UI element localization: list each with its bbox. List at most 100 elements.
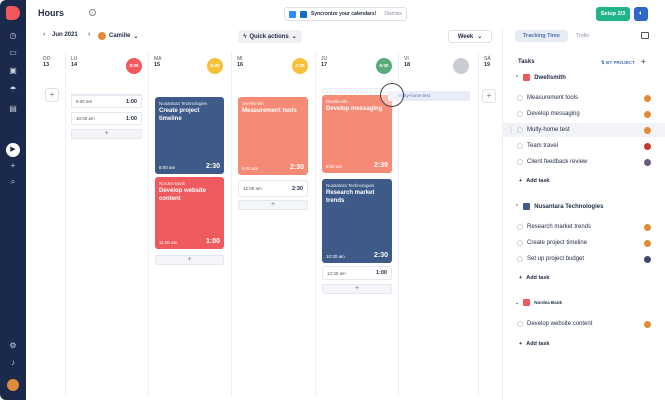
time-entry-card[interactable]: Dwellsmith Develop messaging 8:00 am 2:30	[322, 95, 392, 173]
tasks-heading: Tasks	[518, 59, 535, 65]
add-entry-button[interactable]: +	[45, 88, 59, 102]
project-color-icon	[523, 74, 531, 81]
day-column-saturday: SÁ 19 +	[479, 52, 500, 396]
plus-icon[interactable]: +	[7, 160, 19, 172]
day-header: MA 15	[154, 56, 162, 68]
avatar	[644, 223, 651, 231]
add-entry-button[interactable]: +	[482, 89, 496, 103]
project-group-header[interactable]: ⌃ Nusantara Technologies	[515, 203, 603, 210]
task-item[interactable]: Client feedback review	[503, 155, 665, 169]
calendar-toolbar: ‹ Jun 2021 › Camille ⌄ ϟ Quick actions ⌄…	[26, 28, 496, 46]
time-slot[interactable]: 12:00 am 2:30	[238, 180, 308, 197]
avatar	[644, 94, 651, 102]
panel-tabs: Tracking Time Trello	[515, 30, 597, 42]
chevron-down-icon: ⌄	[515, 299, 520, 306]
drag-cursor-icon	[380, 83, 404, 107]
task-item[interactable]: Team travel	[503, 139, 665, 153]
task-item[interactable]: ⋮ Multy-home test	[503, 123, 665, 137]
add-entry-button[interactable]: +	[71, 129, 142, 139]
day-header: JU 17	[321, 56, 328, 68]
quick-actions-label: Quick actions	[249, 33, 289, 40]
user-selector[interactable]: Camille ⌄	[98, 30, 138, 42]
task-item[interactable]: Create project timeline	[503, 236, 665, 250]
logo-icon[interactable]	[6, 6, 20, 20]
prev-week-icon[interactable]: ‹	[43, 31, 45, 38]
project-color-icon	[523, 299, 531, 306]
avatar	[644, 255, 651, 263]
month-label[interactable]: Jun 2021	[52, 32, 78, 38]
folder-icon[interactable]: ▭	[7, 47, 19, 59]
group-by-project-button[interactable]: ⇅ BY PROJECT	[601, 60, 635, 66]
view-label: Week	[457, 33, 474, 40]
sync-banner: Syncronize your calendars! Dismiss	[284, 7, 407, 21]
document-icon[interactable]: ▤	[7, 103, 19, 115]
next-week-icon[interactable]: ›	[88, 31, 90, 38]
time-slot[interactable]: 10:00 am 1:00	[71, 112, 142, 125]
task-item[interactable]: Set up project budget	[503, 252, 665, 266]
tab-trello[interactable]: Trello	[568, 30, 598, 42]
day-header: DO 13	[43, 56, 51, 68]
day-header: SÁ 19	[484, 56, 491, 68]
task-item[interactable]: Develop website content	[503, 317, 665, 331]
user-name: Camille	[109, 33, 131, 39]
google-calendar-icon	[289, 10, 296, 18]
project-color-icon	[523, 203, 531, 210]
collapse-panel-icon[interactable]	[641, 32, 649, 39]
help-icon[interactable]: ◐	[634, 7, 648, 21]
add-task-icon[interactable]: +	[641, 57, 646, 66]
project-group-header[interactable]: ⌄ Nordea Bank	[515, 299, 562, 306]
day-header: VI 18	[404, 56, 411, 68]
time-entry-card[interactable]: Nusantara Technologies Research market tr…	[322, 179, 392, 263]
day-header: MI 16	[237, 56, 244, 68]
time-entry-card[interactable]: Nusantara Technologies Create project tim…	[155, 97, 224, 174]
chevron-up-icon: ⌃	[515, 203, 520, 210]
info-icon[interactable]: i	[89, 9, 96, 16]
quick-actions-button[interactable]: ϟ Quick actions ⌄	[238, 30, 302, 43]
add-task-button[interactable]: + Add task	[519, 178, 549, 184]
task-item[interactable]: Develop messaging	[503, 107, 665, 121]
clock-icon[interactable]: ◷	[7, 30, 19, 42]
project-group-header[interactable]: ⌃ Dwellsmith	[515, 74, 566, 81]
avatar	[644, 142, 651, 150]
add-task-button[interactable]: + Add task	[519, 275, 549, 281]
add-entry-button[interactable]: +	[322, 284, 392, 294]
add-task-button[interactable]: + Add task	[519, 341, 549, 347]
day-column-friday: VI 18 -	[399, 52, 479, 396]
task-item[interactable]: Research market trends	[503, 220, 665, 234]
add-entry-button[interactable]: +	[238, 200, 308, 210]
day-total-badge: -	[453, 58, 469, 74]
avatar	[644, 320, 651, 328]
time-entry-card[interactable]: Nordea Bank Develop website content 11:00…	[155, 177, 224, 249]
tasks-panel: Tracking Time Trello Tasks ⇅ BY PROJECT …	[502, 28, 665, 400]
add-entry-button[interactable]: +	[155, 255, 224, 265]
search-icon[interactable]: ⌕	[7, 176, 19, 188]
tab-tracking-time[interactable]: Tracking Time	[515, 30, 568, 42]
bell-icon[interactable]: ♪	[7, 357, 19, 369]
user-avatar[interactable]	[7, 379, 19, 391]
topbar: Hours i Syncronize your calendars! Dismi…	[26, 0, 665, 28]
avatar	[644, 239, 651, 247]
time-entry-card[interactable]: Dwellsmith Measurement tools 9:00 am 2:30	[238, 97, 308, 175]
outlook-icon	[300, 10, 307, 18]
avatar	[644, 110, 651, 118]
umbrella-icon[interactable]: ☂	[7, 84, 19, 96]
dismiss-button[interactable]: Dismiss	[384, 11, 402, 17]
view-selector[interactable]: Week ⌄	[448, 30, 492, 43]
chevron-down-icon: ⌄	[133, 33, 139, 40]
drag-handle-icon: ⋮	[508, 127, 514, 134]
setup-button[interactable]: Setup 2/3	[596, 7, 630, 21]
image-icon[interactable]: ▣	[7, 65, 19, 77]
time-slot[interactable]: 12:30 am 1:00	[322, 266, 392, 280]
avatar	[644, 126, 651, 134]
settings-icon[interactable]: ⚙	[7, 340, 19, 352]
sidebar: ◷ ▭ ▣ ☂ ▤ ▶ + ⌕ ⚙ ♪	[0, 0, 26, 400]
task-item[interactable]: Measurement tools	[503, 91, 665, 105]
time-slot[interactable]: 9:00 am 1:00	[71, 95, 142, 108]
avatar	[98, 32, 106, 40]
play-icon[interactable]: ▶	[6, 143, 20, 157]
day-total-badge: 2:30	[292, 58, 308, 74]
day-column-monday: LU 14 0:00 9:00 am 1:00 10:00 am 1:00 +	[66, 52, 149, 396]
page-title: Hours	[38, 8, 65, 18]
day-column-sunday: DO 13 +	[38, 52, 66, 396]
day-total-badge: 0:00	[126, 58, 142, 74]
